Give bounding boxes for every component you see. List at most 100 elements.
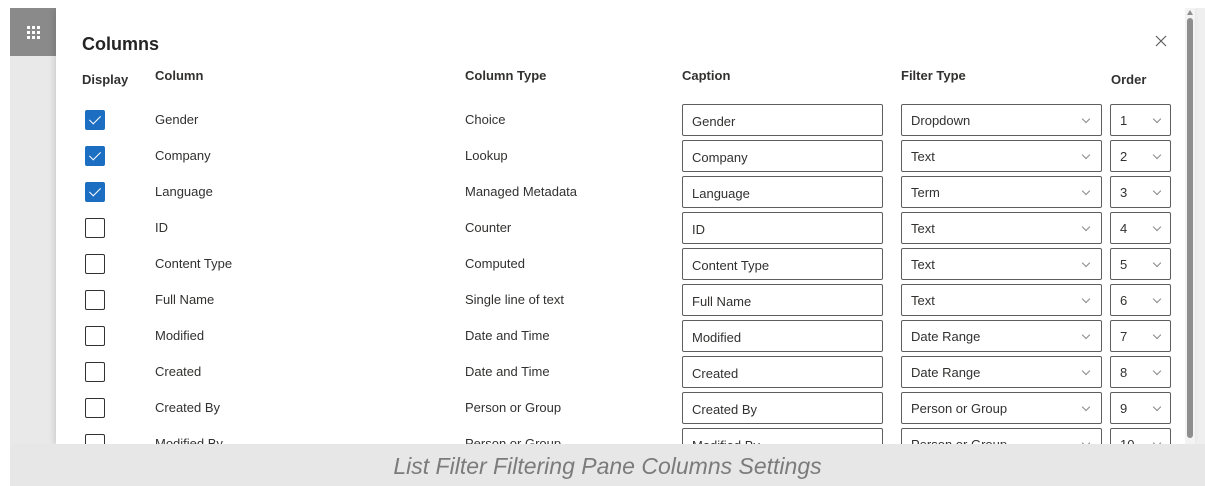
chevron-down-icon <box>1152 258 1162 268</box>
image-caption: List Filter Filtering Pane Columns Setti… <box>393 453 822 479</box>
column-type: Counter <box>465 220 512 235</box>
close-icon[interactable] <box>1153 33 1169 49</box>
chevron-down-icon <box>1081 114 1091 124</box>
vertical-scrollbar[interactable] <box>1185 8 1195 444</box>
column-name: Gender <box>155 112 199 127</box>
order-dropdown[interactable]: 5 <box>1110 248 1171 280</box>
filter-type-value: Date Range <box>911 329 981 344</box>
column-name: Language <box>155 184 213 199</box>
order-dropdown[interactable]: 10 <box>1110 428 1171 444</box>
header-order: Order <box>1111 72 1147 87</box>
chevron-down-icon <box>1081 294 1091 304</box>
header-display: Display <box>82 72 129 87</box>
columns-panel: Columns Display Column Column Type Capti… <box>56 8 1195 444</box>
waffle-icon[interactable] <box>10 8 56 56</box>
caption-input[interactable]: Content Type <box>682 248 883 280</box>
caption-input[interactable]: Full Name <box>682 284 883 316</box>
filter-type-dropdown[interactable]: Text <box>901 248 1102 280</box>
filter-type-value: Text <box>911 257 935 272</box>
filter-type-dropdown[interactable]: Date Range <box>901 356 1102 388</box>
chevron-down-icon <box>1152 366 1162 376</box>
order-dropdown[interactable]: 7 <box>1110 320 1171 352</box>
order-dropdown[interactable]: 2 <box>1110 140 1171 172</box>
caption-input[interactable]: Language <box>682 176 883 208</box>
filter-type-dropdown[interactable]: Date Range <box>901 320 1102 352</box>
column-type: Single line of text <box>465 292 565 307</box>
scrollbar-thumb[interactable] <box>1187 18 1193 438</box>
order-dropdown[interactable]: 3 <box>1110 176 1171 208</box>
filter-type-value: Dropdown <box>911 113 971 128</box>
chevron-down-icon <box>1152 330 1162 340</box>
chevron-down-icon <box>1152 114 1162 124</box>
caption-input[interactable]: Gender <box>682 104 883 136</box>
table-row: Modified By Person or Group Modified By Per… <box>56 428 1195 444</box>
order-value: 5 <box>1120 257 1128 272</box>
chevron-down-icon <box>1081 258 1091 268</box>
caption-bar: List Filter Filtering Pane Columns Setti… <box>10 444 1205 486</box>
column-type: Computed <box>465 256 525 271</box>
column-name: Modified By <box>155 436 223 444</box>
chevron-down-icon <box>1152 294 1162 304</box>
chevron-down-icon <box>1152 150 1162 160</box>
display-checkbox[interactable] <box>85 398 105 418</box>
filter-type-dropdown[interactable]: Dropdown <box>901 104 1102 136</box>
display-checkbox[interactable] <box>85 110 105 130</box>
column-type: Choice <box>465 112 506 127</box>
filter-type-dropdown[interactable]: Person or Group <box>901 428 1102 444</box>
filter-type-value: Date Range <box>911 365 981 380</box>
filter-type-dropdown[interactable]: Text <box>901 140 1102 172</box>
order-value: 10 <box>1120 437 1134 444</box>
filter-type-dropdown[interactable]: Text <box>901 212 1102 244</box>
order-value: 7 <box>1120 329 1128 344</box>
filter-type-dropdown[interactable]: Term <box>901 176 1102 208</box>
filter-type-value: Person or Group <box>911 401 1008 416</box>
order-value: 4 <box>1120 221 1128 236</box>
column-name: Created By <box>155 400 221 415</box>
filter-type-dropdown[interactable]: Person or Group <box>901 392 1102 424</box>
order-dropdown[interactable]: 1 <box>1110 104 1171 136</box>
order-dropdown[interactable]: 4 <box>1110 212 1171 244</box>
chevron-down-icon <box>1081 186 1091 196</box>
filter-type-value: Text <box>911 149 935 164</box>
column-name: Full Name <box>155 292 215 307</box>
table-row: Gender Choice Gender Dropdown 1 <box>56 104 1195 136</box>
caption-input[interactable]: Modified <box>682 320 883 352</box>
display-checkbox[interactable] <box>85 218 105 238</box>
table-row: Created Date and Time Created Date Range 8 <box>56 356 1195 388</box>
order-dropdown[interactable]: 9 <box>1110 392 1171 424</box>
caption-input[interactable]: Modified By <box>682 428 883 444</box>
table-row: ID Counter ID Text 4 <box>56 212 1195 244</box>
header-caption: Caption <box>682 68 731 83</box>
order-dropdown[interactable]: 6 <box>1110 284 1171 316</box>
display-checkbox[interactable] <box>85 362 105 382</box>
caption-input[interactable]: ID <box>682 212 883 244</box>
display-checkbox[interactable] <box>85 182 105 202</box>
caption-input[interactable]: Created <box>682 356 883 388</box>
order-value: 9 <box>1120 401 1128 416</box>
order-value: 8 <box>1120 365 1128 380</box>
display-checkbox[interactable] <box>85 146 105 166</box>
caption-input[interactable]: Created By <box>682 392 883 424</box>
order-value: 1 <box>1120 113 1128 128</box>
order-dropdown[interactable]: 8 <box>1110 356 1171 388</box>
chevron-down-icon <box>1152 222 1162 232</box>
scroll-up-icon[interactable] <box>1187 10 1193 15</box>
chevron-down-icon <box>1152 186 1162 196</box>
column-type: Person or Group <box>465 436 562 444</box>
display-checkbox[interactable] <box>85 434 105 444</box>
column-type: Lookup <box>465 148 508 163</box>
filter-type-value: Term <box>911 185 940 200</box>
table-row: Modified Date and Time Modified Date Range 7 <box>56 320 1195 352</box>
header-column-type: Column Type <box>465 68 547 83</box>
caption-input[interactable]: Company <box>682 140 883 172</box>
filter-type-value: Text <box>911 221 935 236</box>
column-name: Company <box>155 148 211 163</box>
display-checkbox[interactable] <box>85 326 105 346</box>
order-value: 3 <box>1120 185 1128 200</box>
display-checkbox[interactable] <box>85 254 105 274</box>
column-name: Modified <box>155 328 205 343</box>
filter-type-dropdown[interactable]: Text <box>901 284 1102 316</box>
chevron-down-icon <box>1081 366 1091 376</box>
header-filter-type: Filter Type <box>901 68 966 83</box>
display-checkbox[interactable] <box>85 290 105 310</box>
